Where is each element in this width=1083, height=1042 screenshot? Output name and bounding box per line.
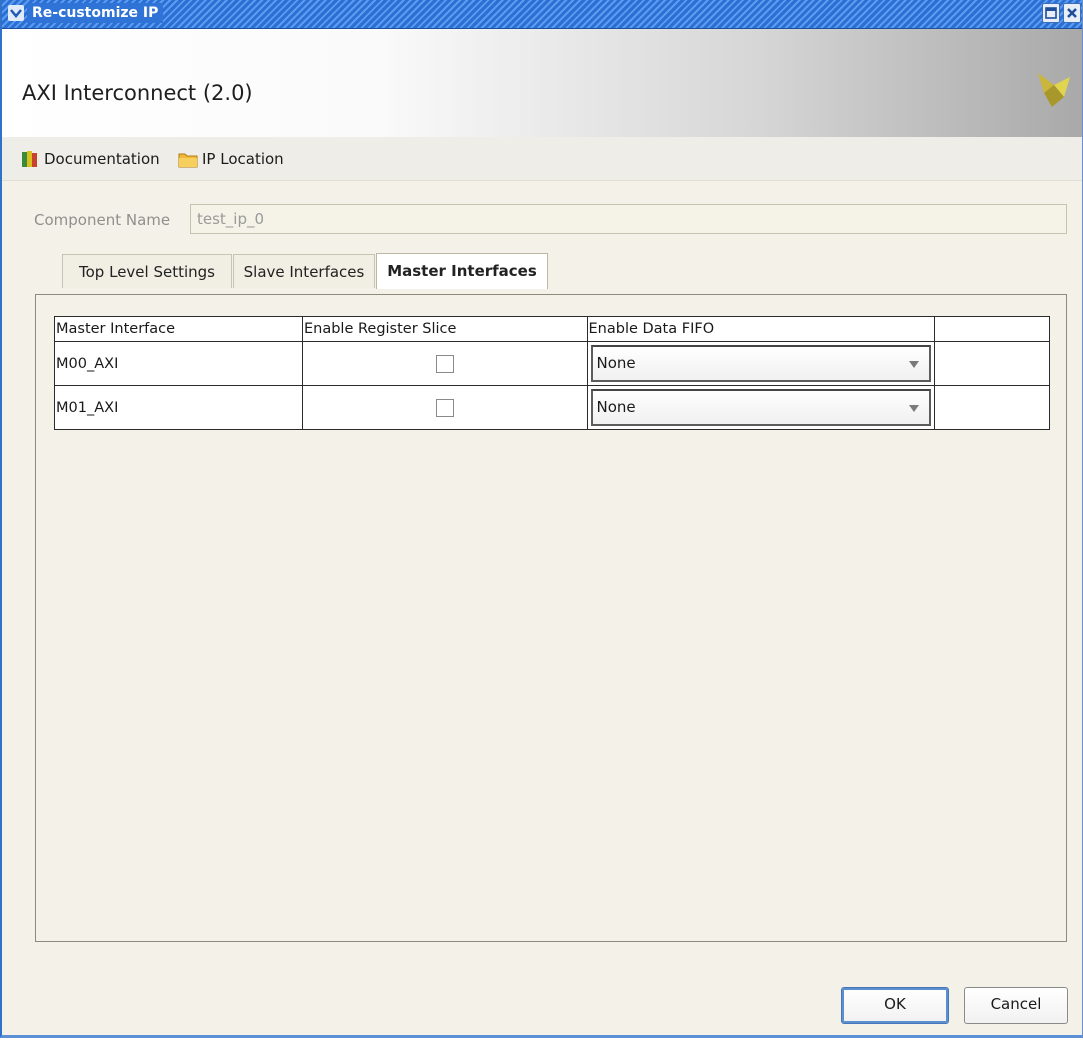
data-fifo-dropdown[interactable]: None (590, 345, 932, 382)
enable-register-slice-checkbox[interactable] (435, 398, 454, 417)
window-menu-chevron-icon[interactable] (8, 5, 24, 21)
tab-master-interfaces[interactable]: Master Interfaces (376, 253, 548, 289)
master-interfaces-panel: Master Interface Enable Register Slice E… (35, 294, 1067, 942)
table-header-row: Master Interface Enable Register Slice E… (54, 316, 1050, 342)
empty-cell (934, 341, 1050, 386)
master-interfaces-table: Master Interface Enable Register Slice E… (54, 316, 1050, 430)
data-fifo-value: None (596, 398, 636, 416)
master-interface-name: M00_AXI (54, 341, 303, 386)
register-slice-cell (301, 385, 588, 430)
enable-register-slice-checkbox[interactable] (435, 354, 454, 373)
column-header-enable-data-fifo: Enable Data FIFO (586, 316, 936, 342)
column-header-empty (934, 316, 1050, 342)
xilinx-logo-icon (1034, 71, 1074, 113)
ok-button[interactable]: OK (841, 987, 949, 1024)
window-title: Re-customize IP (27, 3, 164, 23)
ip-header-banner: AXI Interconnect (2.0) (2, 29, 1082, 137)
close-icon[interactable] (1063, 3, 1081, 23)
column-header-master-interface: Master Interface (54, 316, 303, 342)
empty-cell (934, 385, 1050, 430)
tab-slave-interfaces[interactable]: Slave Interfaces (233, 254, 375, 288)
title-bar[interactable]: Re-customize IP (2, 0, 1082, 29)
table-row: M00_AXI None (54, 341, 1050, 386)
component-name-field[interactable] (190, 204, 1067, 234)
documentation-button[interactable]: Documentation (20, 148, 160, 170)
recustomize-ip-dialog: Re-customize IP AXI Interconnect (2.0) D… (0, 0, 1083, 1038)
register-slice-cell (301, 341, 588, 386)
data-fifo-cell: None (586, 341, 936, 386)
ip-location-label: IP Location (202, 150, 284, 168)
ip-title: AXI Interconnect (2.0) (22, 81, 253, 105)
data-fifo-cell: None (586, 385, 936, 430)
chevron-down-icon (909, 361, 920, 368)
books-icon (20, 149, 40, 169)
ip-location-button[interactable]: IP Location (178, 148, 284, 170)
component-name-label: Component Name (34, 211, 171, 229)
tab-top-level-settings[interactable]: Top Level Settings (62, 254, 232, 288)
folder-icon (178, 149, 198, 169)
data-fifo-dropdown[interactable]: None (590, 389, 932, 426)
maximize-icon[interactable] (1042, 3, 1060, 23)
master-interface-name: M01_AXI (54, 385, 303, 430)
table-row: M01_AXI None (54, 385, 1050, 430)
column-header-enable-register-slice: Enable Register Slice (301, 316, 588, 342)
chevron-down-icon (909, 405, 920, 412)
toolbar: Documentation IP Location (2, 137, 1082, 181)
cancel-button[interactable]: Cancel (964, 987, 1068, 1024)
data-fifo-value: None (596, 354, 636, 372)
documentation-label: Documentation (44, 150, 160, 168)
